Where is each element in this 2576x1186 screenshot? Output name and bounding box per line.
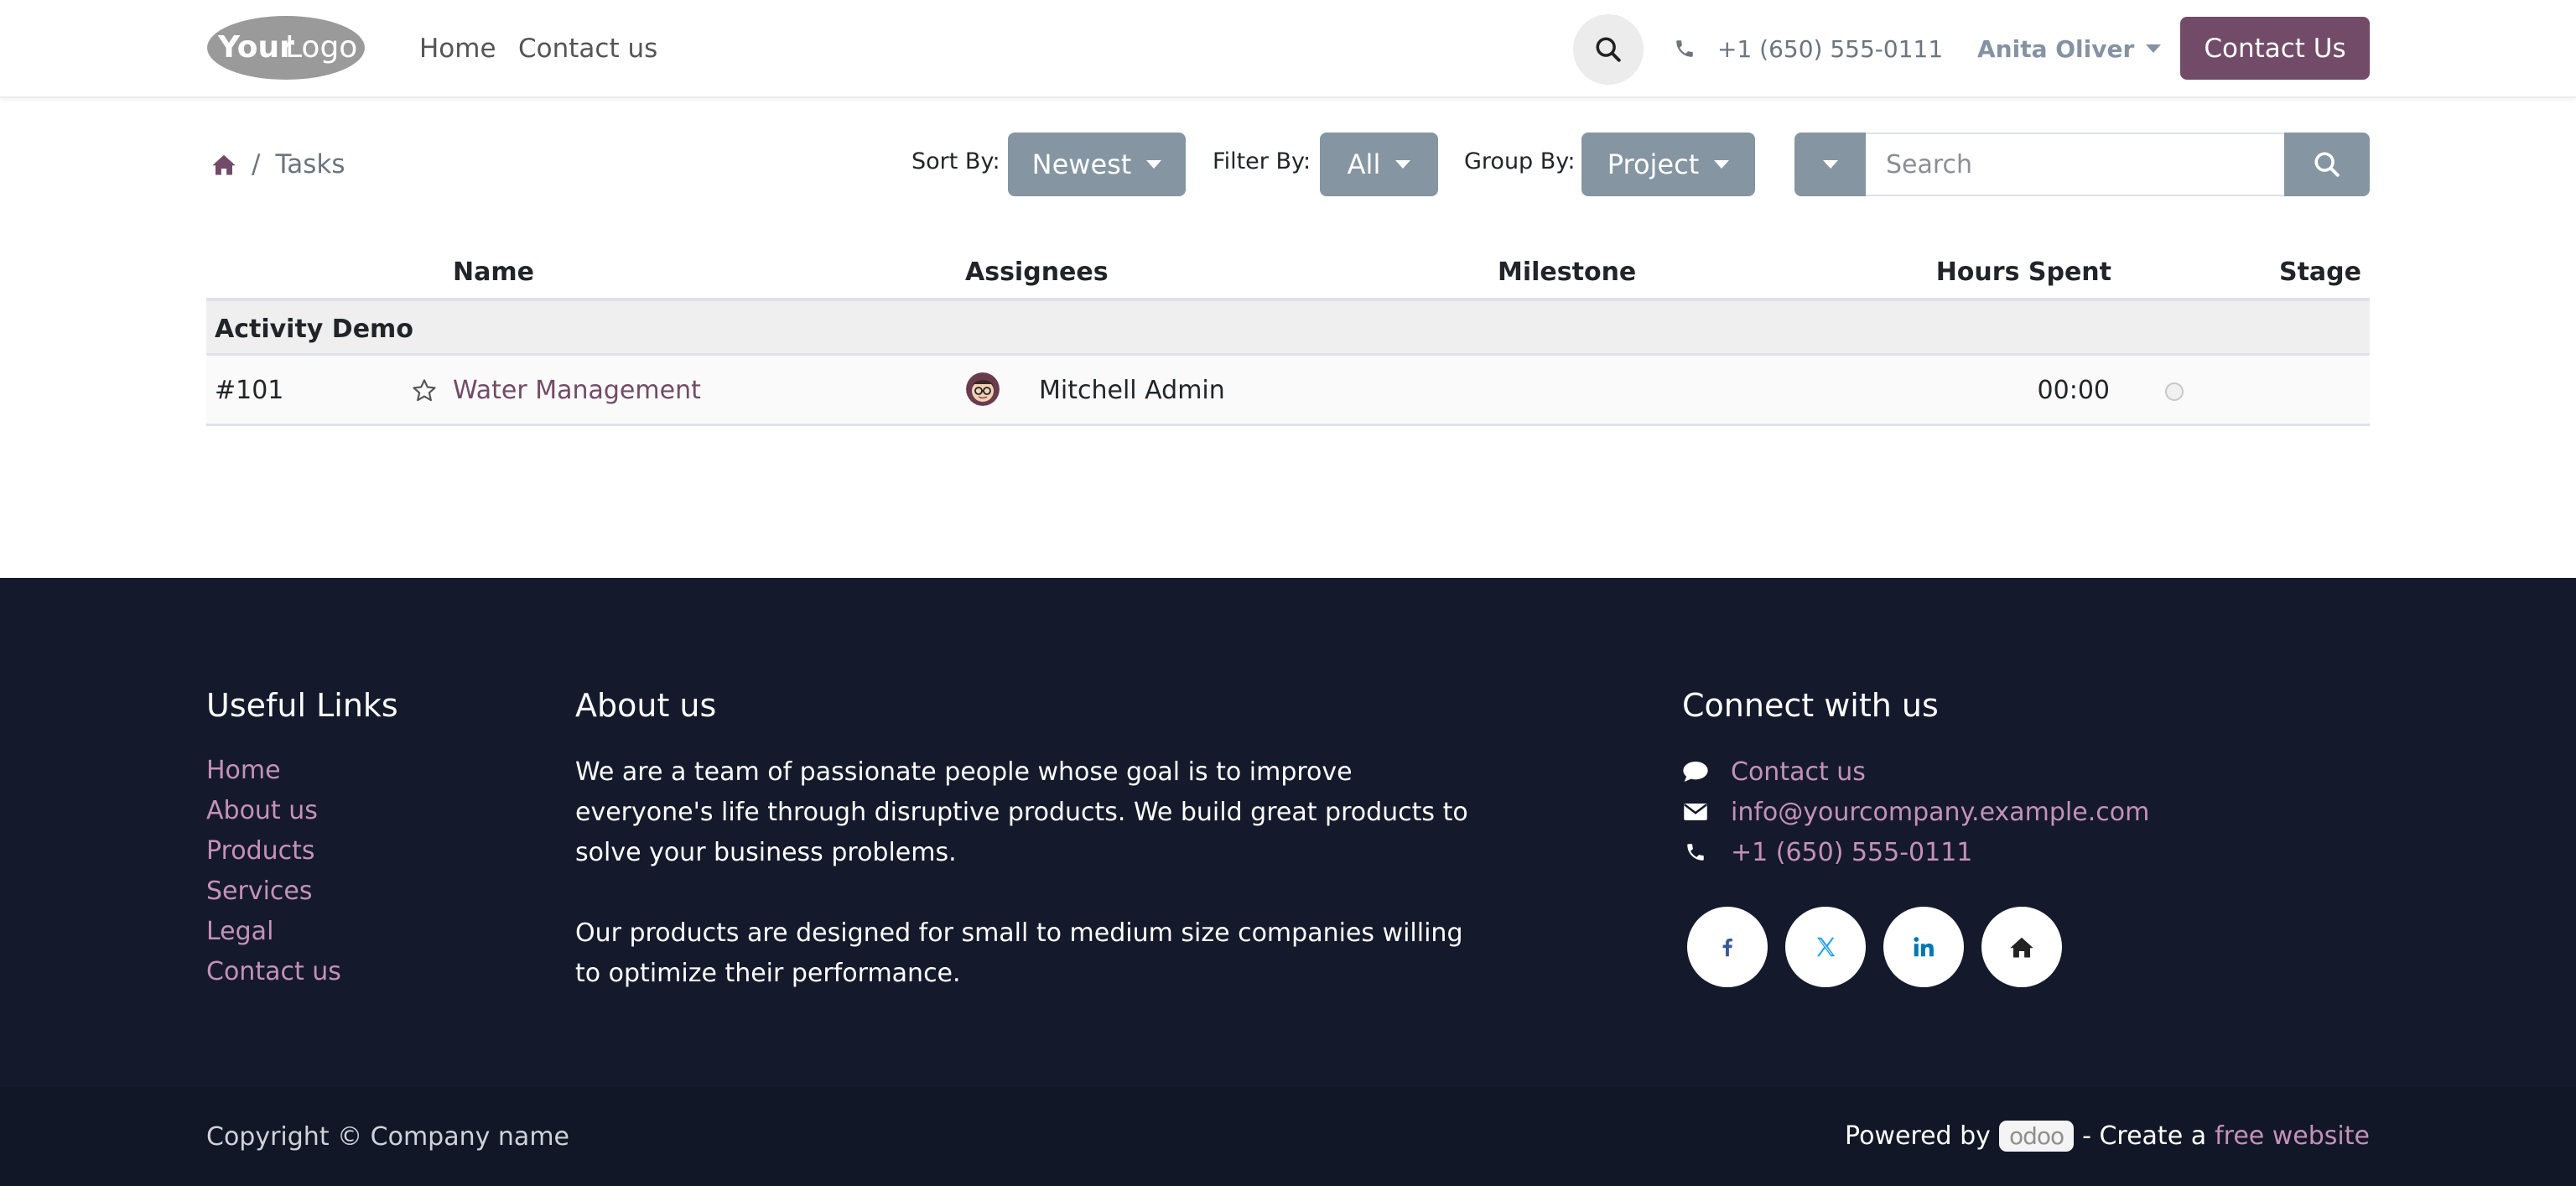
header-phone[interactable]: +1 (650) 555-0111 <box>1674 32 1943 65</box>
filter-value: All <box>1347 148 1381 180</box>
nav-home[interactable]: Home <box>419 34 496 64</box>
about-us-heading: About us <box>575 687 717 724</box>
nav-contact-us[interactable]: Contact us <box>518 34 657 64</box>
column-header-name[interactable]: Name <box>453 257 534 287</box>
about-line: to optimize their performance. <box>575 959 961 988</box>
about-us-paragraph-2: Our products are designed for small to m… <box>575 913 1462 994</box>
company-logo[interactable]: Your Logo <box>206 15 366 81</box>
home-icon <box>2010 937 2033 958</box>
chevron-down-icon <box>1714 160 1730 169</box>
home-icon[interactable] <box>211 153 236 176</box>
about-us-paragraph-1: We are a team of passionate people whose… <box>575 752 1468 873</box>
search-input[interactable] <box>1866 133 2284 196</box>
search-submit-button[interactable] <box>2284 133 2370 196</box>
connect-email-link[interactable]: info@yourcompany.example.com <box>1731 798 2149 827</box>
chevron-down-icon <box>1146 160 1162 169</box>
breadcrumb-separator: / <box>252 149 261 179</box>
search-options-dropdown[interactable] <box>1794 133 1866 196</box>
connect-phone-row[interactable]: +1 (650) 555-0111 <box>1682 835 1972 869</box>
odoo-logo[interactable]: odoo <box>1998 1120 2075 1152</box>
site-footer: Useful Links Home About us Products Serv… <box>0 578 2576 1087</box>
connect-contact-link[interactable]: Contact us <box>1731 757 1866 787</box>
filter-dropdown[interactable]: All <box>1320 133 1438 196</box>
sort-value: Newest <box>1031 148 1132 180</box>
phone-icon <box>1676 40 1693 57</box>
user-name: Anita Oliver <box>1977 34 2135 63</box>
site-header: Your Logo Home Contact us +1 (650) 555-0… <box>0 0 2576 98</box>
about-line: everyone's life through disruptive produ… <box>575 798 1468 827</box>
stage-status-dot[interactable] <box>2165 382 2184 401</box>
logo-text-bold: Your <box>217 30 294 65</box>
phone-icon <box>1682 841 1709 863</box>
footer-link-contact-us[interactable]: Contact us <box>206 957 341 986</box>
chevron-down-icon <box>2146 44 2162 53</box>
column-header-hours-spent[interactable]: Hours Spent <box>1936 257 2111 287</box>
contact-us-button[interactable]: Contact Us <box>2180 17 2370 80</box>
filter-label: Filter By: <box>1213 148 1311 174</box>
comment-icon <box>1682 760 1709 783</box>
sort-dropdown[interactable]: Newest <box>1008 133 1186 196</box>
powered-by-label: Powered by <box>1845 1121 1991 1151</box>
group-label: Group By: <box>1464 148 1576 174</box>
footer-link-products[interactable]: Products <box>206 836 315 866</box>
envelope-icon <box>1682 802 1709 822</box>
connect-email-row[interactable]: info@yourcompany.example.com <box>1682 795 2149 829</box>
task-name-link[interactable]: Water Management <box>453 376 701 405</box>
column-header-assignees[interactable]: Assignees <box>965 257 1109 287</box>
useful-links-heading: Useful Links <box>206 687 398 724</box>
footer-link-legal[interactable]: Legal <box>206 917 273 946</box>
about-line: Our products are designed for small to m… <box>575 918 1463 948</box>
home-link-button[interactable] <box>1981 907 2062 987</box>
table-row[interactable]: #101 Water Management Mitchell Admin 00:… <box>206 356 2370 426</box>
linkedin-icon <box>1914 937 1934 957</box>
free-website-link[interactable]: free website <box>2215 1121 2370 1151</box>
column-header-stage[interactable]: Stage <box>2279 257 2361 287</box>
connect-contact-row[interactable]: Contact us <box>1682 755 1866 788</box>
about-line: solve your business problems. <box>575 838 957 867</box>
search-group <box>1794 133 2370 196</box>
avatar <box>966 372 1000 406</box>
footer-link-home[interactable]: Home <box>206 756 281 785</box>
user-menu[interactable]: Anita Oliver <box>1977 32 2162 65</box>
logo-text-light: Logo <box>285 30 357 65</box>
search-icon <box>2314 152 2340 177</box>
search-icon <box>1596 37 1621 62</box>
connect-heading: Connect with us <box>1682 687 1939 724</box>
create-a-label: - Create a <box>2082 1121 2207 1151</box>
group-name: Activity Demo <box>215 315 413 344</box>
connect-phone-link[interactable]: +1 (650) 555-0111 <box>1731 838 1972 867</box>
x-twitter-icon <box>1817 937 1836 957</box>
powered-by: Powered by odoo - Create a free website <box>1845 1119 2370 1152</box>
copyright-bar: Copyright © Company name Powered by odoo… <box>0 1087 2576 1186</box>
star-icon[interactable] <box>411 377 438 404</box>
breadcrumb: / Tasks <box>211 148 345 181</box>
footer-link-about-us[interactable]: About us <box>206 796 318 825</box>
group-dropdown[interactable]: Project <box>1581 133 1755 196</box>
sort-label: Sort By: <box>911 148 1000 174</box>
copyright-text: Copyright © Company name <box>206 1122 569 1152</box>
about-line: We are a team of passionate people whose… <box>575 757 1353 787</box>
group-value: Project <box>1607 148 1700 180</box>
footer-link-services[interactable]: Services <box>206 876 313 906</box>
hours-spent-value: 00:00 <box>2037 376 2110 405</box>
group-row[interactable]: Activity Demo <box>206 301 2370 356</box>
chevron-down-icon <box>1395 160 1411 169</box>
linkedin-button[interactable] <box>1883 907 1964 987</box>
column-header-milestone[interactable]: Milestone <box>1498 257 1636 287</box>
task-id: #101 <box>215 376 284 405</box>
chevron-down-icon <box>1822 160 1838 169</box>
facebook-icon <box>1722 939 1732 957</box>
facebook-button[interactable] <box>1687 907 1768 987</box>
assignee-name: Mitchell Admin <box>1039 376 1225 405</box>
x-twitter-button[interactable] <box>1785 907 1866 987</box>
breadcrumb-current: Tasks <box>275 149 345 179</box>
header-search-button[interactable] <box>1573 14 1644 85</box>
header-phone-text: +1 (650) 555-0111 <box>1717 34 1944 63</box>
